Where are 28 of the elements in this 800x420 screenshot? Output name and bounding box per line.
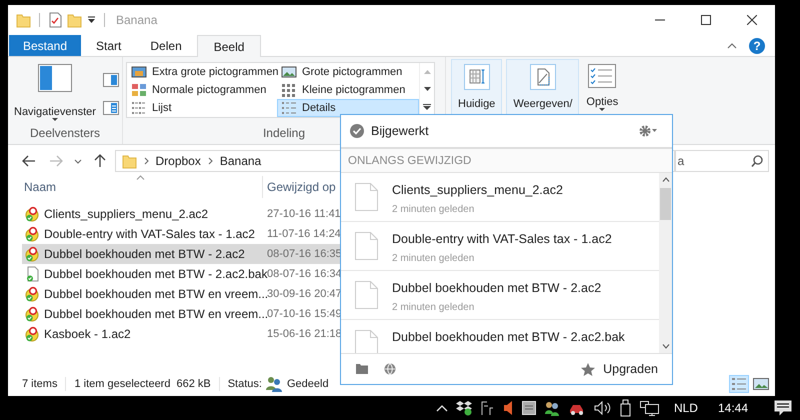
selection-size: 662 kB bbox=[176, 378, 211, 390]
modified-date: 27-10-16 11:41 bbox=[267, 208, 341, 220]
recent-file-name: Dubbel boekhouden met BTW - 2.ac2.bak bbox=[392, 330, 625, 344]
status-value: Gedeeld bbox=[286, 378, 329, 390]
selection-info: 1 item geselecteerd bbox=[74, 378, 170, 390]
status-label: Status: bbox=[228, 378, 262, 390]
modified-date: 08-07-16 16:34 bbox=[267, 268, 342, 280]
modified-time: 2 minuten geleden bbox=[392, 204, 476, 215]
file-name: Clients_suppliers_menu_2.ac2 bbox=[44, 207, 210, 221]
recent-file-name: Double-entry with VAT-Sales tax - 1.ac2 bbox=[392, 232, 612, 246]
file-name: Dubbel boekhouden met BTW - 2.ac2 bbox=[44, 247, 246, 261]
file-name: Dubbel boekhouden met BTW - 2.ac2.bak bbox=[44, 267, 266, 281]
file-name: Double-entry with VAT-Sales tax - 1.ac2 bbox=[44, 227, 256, 241]
file-name: Dubbel boekhouden met BTW en vreem... bbox=[44, 307, 266, 321]
file-name: Kasboek - 1.ac2 bbox=[44, 327, 132, 341]
modified-time: 2 minuten geleden bbox=[392, 302, 476, 313]
modified-time: 2 minuten geleden bbox=[392, 253, 476, 264]
recent-file-name: Clients_suppliers_menu_2.ac2 bbox=[392, 183, 563, 197]
sync-status: Bijgewerkt bbox=[371, 124, 429, 138]
group-label: Indeling bbox=[262, 126, 306, 140]
group-label: Deelvensters bbox=[30, 126, 100, 140]
modified-date: 30-09-16 20:47 bbox=[267, 288, 342, 300]
file-name: Dubbel boekhouden met BTW en vreem... bbox=[44, 287, 266, 301]
recent-file-name: Dubbel boekhouden met BTW - 2.ac2 bbox=[392, 281, 602, 295]
section-heading: ONLANGS GEWIJZIGD bbox=[341, 149, 672, 173]
item-count: 7 items bbox=[22, 378, 58, 390]
modified-date: 11-07-16 14:24 bbox=[267, 228, 341, 240]
window-title: Banana bbox=[116, 13, 158, 27]
